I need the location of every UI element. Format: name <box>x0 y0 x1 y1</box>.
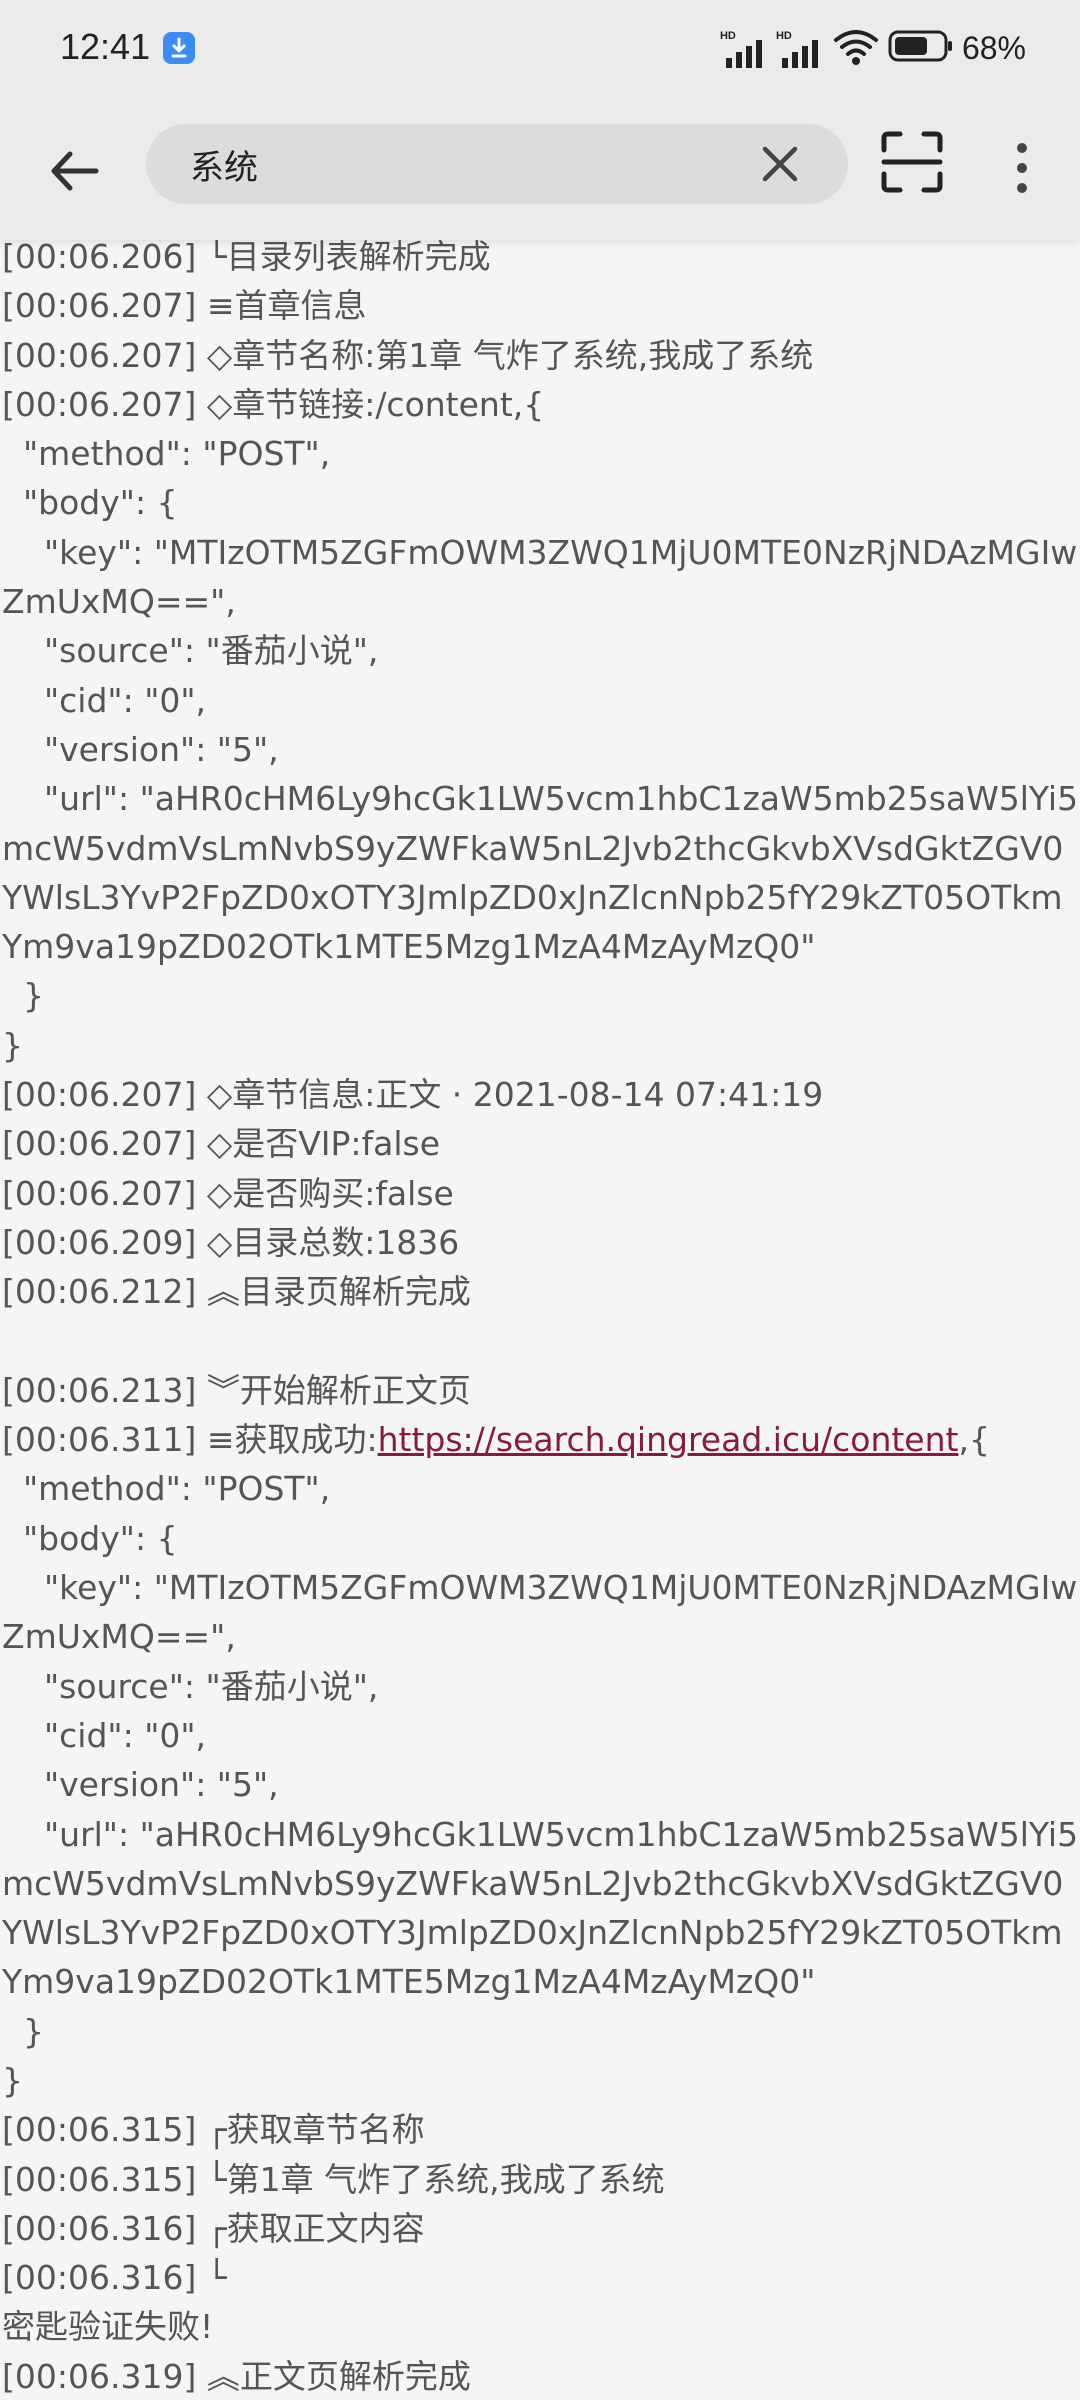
scan-frame-icon <box>881 131 943 193</box>
log-text-segment: ,{ "method": "POST", "body": { "key": "M… <box>2 1420 1079 2396</box>
log-text: [00:06.206] └目录列表解析完成 [00:06.207] ≡首章信息 … <box>0 232 1080 2400</box>
signal-icon: HD <box>720 28 768 68</box>
log-panel[interactable]: [00:06.206] └目录列表解析完成 [00:06.207] ≡首章信息 … <box>0 232 1080 2400</box>
close-icon <box>762 146 798 182</box>
search-toolbar <box>0 100 1080 240</box>
more-vertical-icon <box>1017 143 1027 193</box>
wifi-icon <box>832 26 880 70</box>
back-button[interactable] <box>40 136 110 206</box>
scan-button[interactable] <box>880 130 944 194</box>
battery-percent: 68% <box>961 29 1026 66</box>
arrow-left-icon <box>51 151 99 191</box>
log-text-segment: [00:06.206] └目录列表解析完成 [00:06.207] ≡首章信息 … <box>2 237 1079 1460</box>
search-field[interactable] <box>146 124 848 204</box>
search-input[interactable] <box>190 124 750 204</box>
download-icon <box>163 32 195 64</box>
log-url-link[interactable]: https://search.qingread.icu/content <box>378 1420 959 1459</box>
status-time: 12:41 <box>60 26 151 67</box>
signal-icon: HD <box>776 28 824 68</box>
more-options-button[interactable] <box>1000 138 1044 198</box>
status-icons: HD HD 68% <box>720 26 1026 70</box>
battery-icon <box>888 29 954 67</box>
status-bar: 12:41 HD HD 68% <box>0 0 1080 100</box>
clear-search-button[interactable] <box>756 140 804 188</box>
